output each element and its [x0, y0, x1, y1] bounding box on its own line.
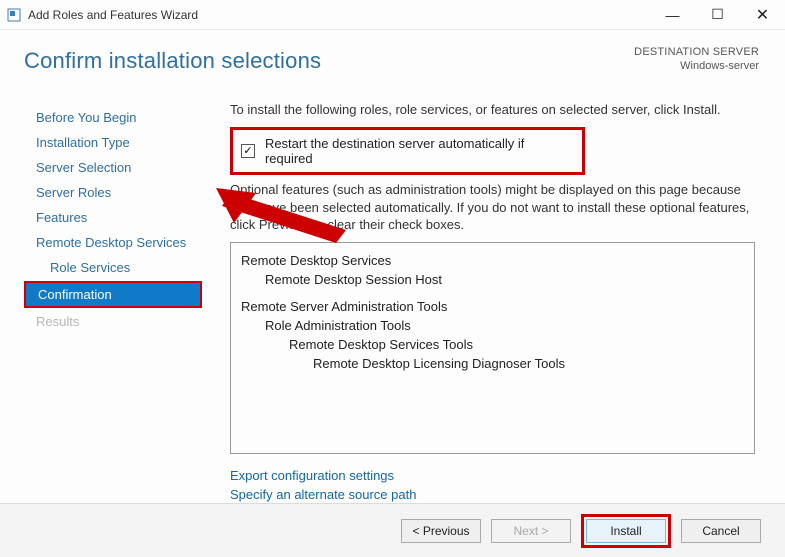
next-button: Next > [491, 519, 571, 543]
feature-item: Remote Server Administration Tools [241, 297, 744, 316]
feature-item: Remote Desktop Session Host [241, 270, 744, 289]
install-button[interactable]: Install [586, 519, 666, 543]
feature-group: Remote Desktop Services Remote Desktop S… [241, 251, 744, 289]
nav-remote-desktop-services[interactable]: Remote Desktop Services [24, 231, 202, 254]
nav-confirmation-highlight: Confirmation [24, 281, 202, 308]
feature-item: Remote Desktop Licensing Diagnoser Tools [241, 354, 744, 373]
feature-group: Remote Server Administration Tools Role … [241, 297, 744, 373]
titlebar: Add Roles and Features Wizard — ☐ ✕ [0, 0, 785, 30]
destination-server-value: Windows-server [634, 60, 759, 74]
restart-checkbox[interactable]: ✓ [241, 144, 255, 158]
restart-checkbox-highlight: ✓ Restart the destination server automat… [230, 127, 585, 175]
feature-item: Remote Desktop Services Tools [241, 335, 744, 354]
nav-results: Results [24, 310, 202, 333]
previous-button[interactable]: < Previous [401, 519, 481, 543]
main-panel: To install the following roles, role ser… [202, 102, 761, 493]
close-button[interactable]: ✕ [740, 0, 785, 29]
app-icon [6, 7, 22, 23]
install-button-highlight: Install [581, 514, 671, 548]
window-title: Add Roles and Features Wizard [28, 8, 650, 22]
feature-item: Remote Desktop Services [241, 251, 744, 270]
nav-features[interactable]: Features [24, 206, 202, 229]
checkmark-icon: ✓ [243, 146, 252, 157]
restart-checkbox-label: Restart the destination server automatic… [265, 136, 574, 166]
wizard-nav: Before You Begin Installation Type Serve… [24, 102, 202, 493]
intro-text: To install the following roles, role ser… [230, 102, 755, 117]
destination-server-label: DESTINATION SERVER [634, 46, 759, 60]
nav-installation-type[interactable]: Installation Type [24, 131, 202, 154]
nav-server-roles[interactable]: Server Roles [24, 181, 202, 204]
window-controls: — ☐ ✕ [650, 0, 785, 29]
features-list: Remote Desktop Services Remote Desktop S… [230, 242, 755, 454]
destination-server-block: DESTINATION SERVER Windows-server [634, 46, 759, 74]
minimize-button[interactable]: — [650, 0, 695, 29]
cancel-button[interactable]: Cancel [681, 519, 761, 543]
export-config-link[interactable]: Export configuration settings [230, 466, 755, 485]
nav-server-selection[interactable]: Server Selection [24, 156, 202, 179]
wizard-footer: < Previous Next > Install Cancel [0, 503, 785, 557]
content-area: Confirm installation selections DESTINAT… [0, 30, 785, 503]
links-block: Export configuration settings Specify an… [230, 466, 755, 504]
alternate-source-link[interactable]: Specify an alternate source path [230, 485, 755, 504]
nav-before-you-begin[interactable]: Before You Begin [24, 106, 202, 129]
nav-confirmation[interactable]: Confirmation [26, 283, 200, 306]
optional-features-text: Optional features (such as administratio… [230, 181, 755, 234]
nav-role-services[interactable]: Role Services [24, 256, 202, 279]
feature-item: Role Administration Tools [241, 316, 744, 335]
maximize-button[interactable]: ☐ [695, 0, 740, 29]
